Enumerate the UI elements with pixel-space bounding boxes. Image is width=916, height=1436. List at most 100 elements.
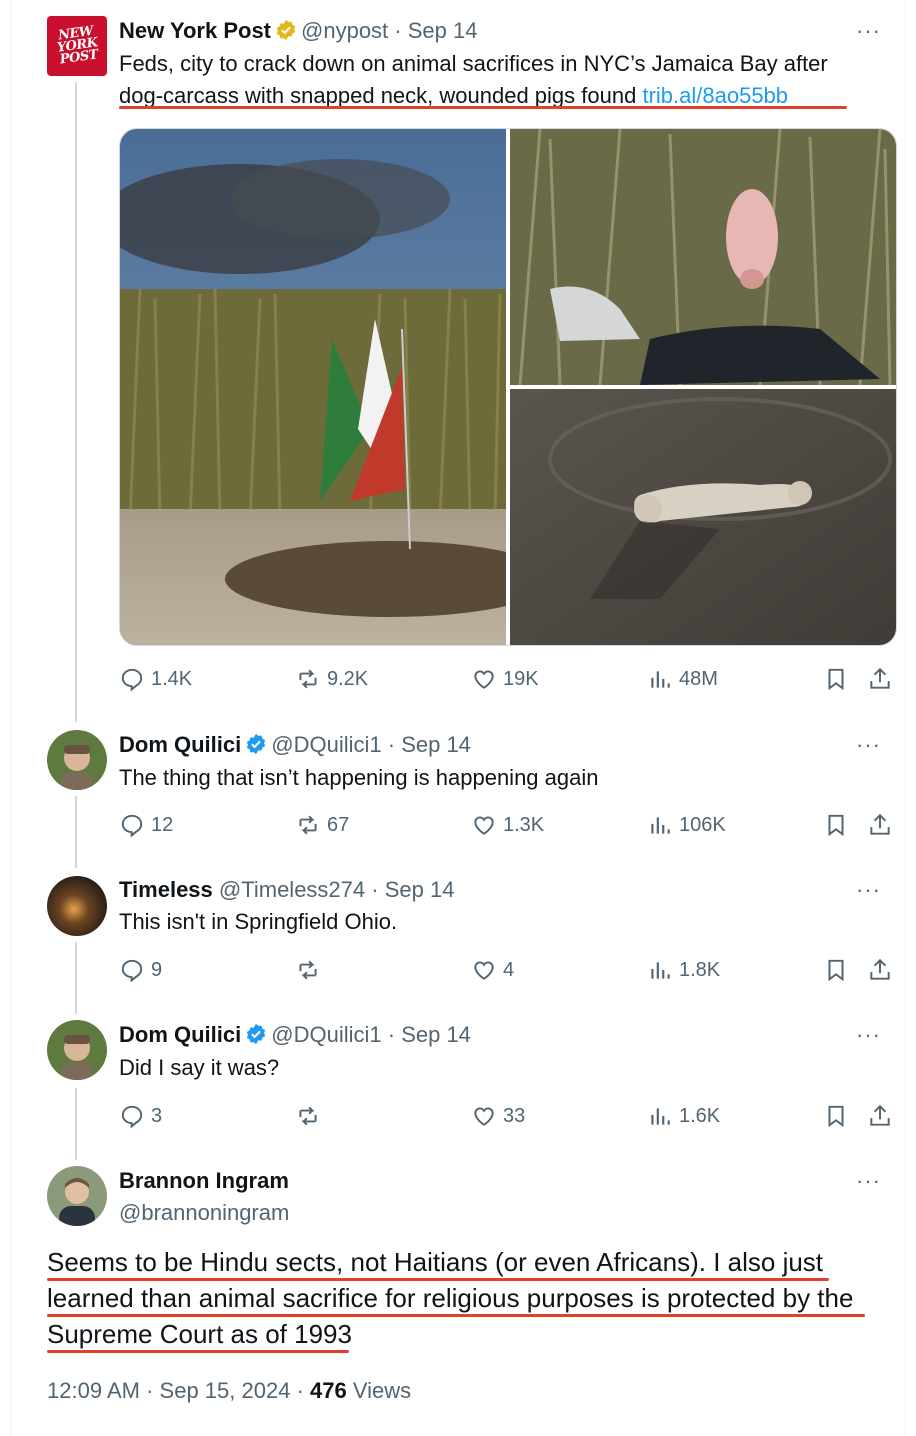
reply-count: 12 <box>151 813 174 836</box>
reply-icon <box>121 668 143 692</box>
main-tweet-line: Seems to be Hindu sects, not Haitians (o… <box>47 1247 824 1277</box>
share-button[interactable] <box>867 666 899 692</box>
tweet-date[interactable]: Sep 14 <box>408 18 478 43</box>
bookmark-button[interactable] <box>823 666 855 692</box>
author-name[interactable]: Dom Quilici <box>119 1022 241 1047</box>
views-icon <box>651 817 670 834</box>
author-name[interactable]: Dom Quilici <box>119 732 241 757</box>
bookmark-button[interactable] <box>823 957 855 983</box>
reply-button[interactable]: 9 <box>119 957 162 983</box>
views-count: 1.6K <box>679 1104 721 1127</box>
like-icon <box>474 1107 494 1126</box>
tweet-header: Dom Quilici @DQuilici1 · Sep 14 <box>119 1022 471 1051</box>
views-button[interactable]: 1.6K <box>647 1103 720 1129</box>
separator: · <box>387 1022 396 1047</box>
reply-icon <box>121 1105 143 1129</box>
author-handle[interactable]: @DQuilici1 <box>271 732 381 757</box>
tweet-text: Did I say it was? <box>119 1055 280 1080</box>
author-handle[interactable]: @nypost <box>301 18 388 43</box>
like-count: 33 <box>503 1104 526 1127</box>
more-icon[interactable]: ··· <box>856 877 881 903</box>
author-handle[interactable]: @brannoningram <box>119 1200 289 1226</box>
tweet-header: Dom Quilici @DQuilici1 · Sep 14 <box>119 732 471 761</box>
separator: · <box>387 732 396 757</box>
more-icon[interactable]: ··· <box>856 1022 881 1048</box>
views-button[interactable]: 106K <box>647 812 726 838</box>
bookmark-icon <box>828 668 844 691</box>
annotation-underline <box>47 1278 829 1281</box>
tweet-actions: 12 67 1.3K 106K <box>119 812 899 842</box>
views-button[interactable]: 48M <box>647 666 718 692</box>
repost-icon <box>299 960 317 980</box>
tweet-text-line: Feds, city to crack down on animal sacri… <box>119 51 828 76</box>
like-button[interactable]: 1.3K <box>471 812 544 838</box>
avatar[interactable] <box>47 1166 107 1226</box>
bookmark-icon <box>828 814 844 837</box>
tweet-header: Timeless @Timeless274 · Sep 14 <box>119 877 454 903</box>
separator: · <box>394 18 402 43</box>
like-icon <box>474 961 494 980</box>
more-icon[interactable]: ··· <box>856 732 881 758</box>
author-handle[interactable]: @DQuilici1 <box>271 1022 381 1047</box>
views-count: 1.8K <box>679 958 721 981</box>
reply-icon <box>121 959 143 983</box>
author-name[interactable]: New York Post <box>119 18 271 43</box>
tweet-header: New York Post @nypost · Sep 14 <box>119 18 477 47</box>
bookmark-button[interactable] <box>823 812 855 838</box>
like-icon <box>474 816 494 835</box>
repost-button[interactable] <box>295 1103 327 1129</box>
repost-icon <box>299 669 317 689</box>
verified-badge-icon <box>245 733 267 761</box>
avatar[interactable] <box>47 730 107 790</box>
media-photo-bone[interactable] <box>510 389 897 646</box>
reply-button[interactable]: 3 <box>119 1103 162 1129</box>
share-button[interactable] <box>867 957 899 983</box>
main-tweet-line: learned than animal sacrifice for religi… <box>47 1283 854 1313</box>
nypost-avatar[interactable]: NEW YORK POST <box>47 16 107 76</box>
bookmark-button[interactable] <box>823 1103 855 1129</box>
tweet-date[interactable]: Sep 14 <box>401 1022 471 1047</box>
share-button[interactable] <box>867 812 899 838</box>
media-photo-pig[interactable] <box>510 129 897 386</box>
author-name[interactable]: Timeless <box>119 877 213 902</box>
like-button[interactable]: 4 <box>471 957 514 983</box>
tweet-time[interactable]: 12:09 AM <box>47 1378 140 1403</box>
repost-button[interactable]: 67 <box>295 812 349 838</box>
repost-icon <box>299 1106 317 1126</box>
avatar[interactable] <box>47 1020 107 1080</box>
tweet-text: This isn't in Springfield Ohio. <box>119 909 398 934</box>
media-photo-flags[interactable] <box>120 129 555 646</box>
more-icon[interactable]: ··· <box>856 18 881 44</box>
tweet-header: Brannon Ingram @brannoningram <box>119 1168 289 1226</box>
verified-badge-icon <box>275 19 297 47</box>
author-name[interactable]: Brannon Ingram <box>119 1168 289 1194</box>
like-count: 19K <box>503 667 539 690</box>
reply-button[interactable]: 1.4K <box>119 666 192 692</box>
reply-button[interactable]: 12 <box>119 812 173 838</box>
tweet-date[interactable]: Sep 14 <box>385 877 455 902</box>
reply-count: 3 <box>151 1104 163 1127</box>
annotation-underline <box>47 1314 865 1317</box>
like-button[interactable]: 19K <box>471 666 539 692</box>
verified-badge-icon <box>245 1023 267 1051</box>
like-button[interactable]: 33 <box>471 1103 525 1129</box>
tweet-media-grid[interactable] <box>119 128 897 646</box>
tweet-date[interactable]: Sep 14 <box>401 732 471 757</box>
author-handle[interactable]: @Timeless274 <box>219 877 365 902</box>
share-button[interactable] <box>867 1103 899 1129</box>
nypost-logo-text: NEW YORK POST <box>55 23 99 68</box>
separator: · <box>371 877 379 902</box>
thread-connector <box>75 1088 77 1160</box>
repost-count: 67 <box>327 813 350 836</box>
tweet-actions: 3 33 1.6K <box>119 1103 899 1133</box>
avatar[interactable] <box>47 876 107 936</box>
repost-button[interactable] <box>295 957 327 983</box>
repost-button[interactable]: 9.2K <box>295 666 368 692</box>
article-link[interactable]: trib.al/8ao55bb <box>642 83 788 108</box>
views-button[interactable]: 1.8K <box>647 957 720 983</box>
tweet-full-date[interactable]: Sep 15, 2024 <box>160 1378 291 1403</box>
views-count: 476 <box>310 1378 347 1403</box>
views-label: Views <box>352 1378 412 1403</box>
more-icon[interactable]: ··· <box>856 1168 881 1194</box>
views-icon <box>651 962 670 979</box>
